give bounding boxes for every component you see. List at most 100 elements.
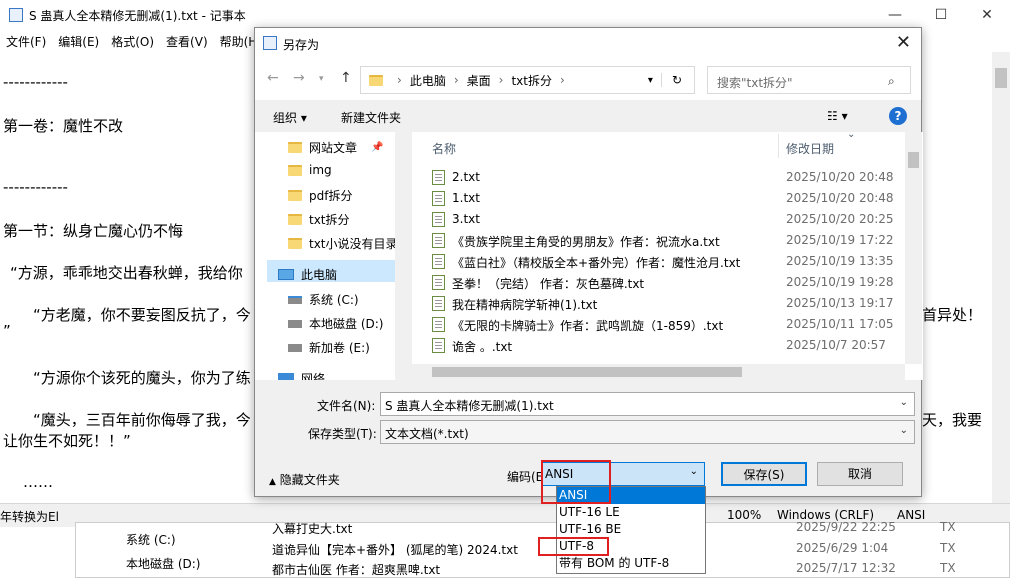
- address-bar[interactable]: › 此电脑 › 桌面 › txt拆分 › ▾ ↻: [360, 66, 695, 94]
- bg-file-name[interactable]: 都市古仙医 作者：超爽黑啤.txt: [272, 561, 440, 578]
- menu-file[interactable]: 文件(F): [0, 33, 52, 50]
- file-row[interactable]: 我在精神病院学斩神(1).txt 2025/10/13 19:17: [432, 293, 894, 314]
- tree-item[interactable]: 系统 (C:): [288, 291, 359, 308]
- back-arrow-icon[interactable]: ←: [267, 70, 279, 86]
- close-button[interactable]: ✕: [964, 0, 1010, 30]
- file-row[interactable]: 诡舍 。.txt 2025/10/7 20:57: [432, 335, 892, 356]
- encoding-option[interactable]: UTF-16 LE: [557, 504, 705, 521]
- tree-label: pdf拆分: [309, 189, 353, 203]
- new-folder-button[interactable]: 新建文件夹: [341, 109, 401, 126]
- minimize-button[interactable]: —: [872, 0, 918, 30]
- bg-file-date: 2025/7/17 12:32: [796, 561, 896, 575]
- file-list-vscrollbar[interactable]: [905, 132, 922, 364]
- file-row[interactable]: 《贵族学院里主角受的男朋友》作者：祝流水a.txt 2025/10/19 17:2…: [432, 230, 894, 251]
- tree-item[interactable]: pdf拆分: [288, 187, 352, 204]
- bg-file-date: 2025/9/22 22:25: [796, 520, 896, 534]
- maximize-button[interactable]: ☐: [918, 0, 964, 30]
- file-list: 名称 修改日期 ⌄ 2.txt 2025/10/20 20:48 1.txt 202…: [412, 132, 923, 380]
- tree-label: 此电脑: [301, 268, 338, 282]
- bg-tree-item[interactable]: 本地磁盘 (D:): [126, 555, 200, 572]
- tree-scrollbar[interactable]: [395, 132, 410, 380]
- folder-icon: [369, 74, 383, 86]
- up-arrow-icon[interactable]: ↑: [340, 70, 352, 86]
- tree-item[interactable]: 新加卷 (E:): [288, 339, 370, 356]
- hide-folders-toggle[interactable]: ▲ 隐藏文件夹: [269, 471, 340, 488]
- column-name[interactable]: 名称: [432, 140, 456, 157]
- breadcrumb-item[interactable]: txt拆分: [511, 72, 552, 89]
- tree-item[interactable]: 网络: [278, 370, 325, 380]
- tree-label: 新加卷 (E:): [309, 341, 370, 355]
- bg-file-type: TX: [940, 520, 956, 534]
- folder-icon: [288, 164, 302, 176]
- file-row[interactable]: 圣拳！（完结） 作者：灰色墓碑.txt 2025/10/19 19:28: [432, 272, 894, 293]
- file-name: 《贵族学院里主角受的男朋友》作者：祝流水a.txt: [452, 235, 720, 249]
- tree-label: txt小说没有目录: [309, 237, 398, 251]
- tree-item[interactable]: img: [288, 163, 332, 177]
- drive-icon: [288, 343, 302, 352]
- view-options-icon[interactable]: ☷ ▾: [827, 109, 848, 123]
- file-date: 2025/10/19 17:22: [786, 233, 894, 247]
- txt-file-icon: [432, 296, 445, 311]
- notepad-scrollbar[interactable]: [992, 52, 1010, 522]
- tree-item[interactable]: txt拆分: [288, 211, 350, 228]
- text-line: 首异处！: [922, 306, 983, 324]
- breadcrumb-item[interactable]: 桌面: [467, 72, 491, 89]
- pin-icon: 📌: [371, 142, 384, 153]
- file-row[interactable]: 《无限的卡牌骑士》作者：武鸣凯旋（1-859）.txt 2025/10/11 17…: [432, 314, 894, 335]
- chevron-down-icon: ⌄: [689, 466, 698, 477]
- breadcrumb-item[interactable]: 此电脑: [410, 72, 446, 89]
- menu-edit[interactable]: 编辑(E): [52, 33, 105, 50]
- tree-item[interactable]: 网站文章 📌: [288, 139, 383, 156]
- forward-arrow-icon[interactable]: →: [293, 70, 305, 86]
- txt-file-icon: [432, 275, 445, 290]
- tree-item[interactable]: txt小说没有目录: [288, 235, 398, 252]
- text-line: 让你生不如死！！”: [3, 432, 131, 450]
- notepad-icon: [9, 8, 23, 22]
- file-name: 圣拳！（完结） 作者：灰色墓碑.txt: [452, 277, 645, 291]
- bg-file-name[interactable]: 道诡异仙【完本+番外】 (狐尾的笔) 2024.txt: [272, 541, 518, 558]
- column-date[interactable]: 修改日期: [786, 140, 834, 157]
- file-row[interactable]: 《蓝白社》（精校版全本+番外完）作者：魔性沧月.txt 2025/10/19 13…: [432, 251, 894, 272]
- organize-button[interactable]: 组织 ▾: [273, 109, 307, 126]
- refresh-icon[interactable]: ↻: [660, 73, 686, 87]
- filetype-select[interactable]: 文本文档(*.txt) ⌄: [380, 420, 915, 444]
- file-name: 1.txt: [452, 191, 480, 205]
- file-date: 2025/10/20 20:48: [786, 191, 894, 205]
- filename-input[interactable]: S 蛊真人全本精修无删减(1).txt ⌄: [380, 392, 915, 416]
- tree-label: 网络: [301, 372, 326, 380]
- search-box[interactable]: 搜索"txt拆分" ⌕: [707, 66, 911, 94]
- dialog-icon: [263, 36, 277, 50]
- tree-item[interactable]: 本地磁盘 (D:): [288, 315, 383, 332]
- file-row[interactable]: 2.txt 2025/10/20 20:48: [432, 167, 894, 188]
- highlight-box: [541, 460, 611, 504]
- encoding-option[interactable]: 带有 BOM 的 UTF-8: [557, 555, 705, 572]
- tree-label: img: [309, 163, 332, 177]
- chevron-down-icon[interactable]: ⌄: [900, 425, 908, 436]
- tree-label: txt拆分: [309, 213, 350, 227]
- help-icon[interactable]: ?: [889, 107, 907, 125]
- file-row[interactable]: 1.txt 2025/10/20 20:48: [432, 188, 894, 209]
- txt-file-icon: [432, 170, 445, 185]
- encoding-option[interactable]: UTF-16 BE: [557, 521, 705, 538]
- file-date: 2025/10/20 20:48: [786, 170, 894, 184]
- save-button[interactable]: 保存(S): [721, 462, 807, 486]
- address-dropdown-icon[interactable]: ▾: [648, 75, 653, 86]
- dialog-close-icon[interactable]: ✕: [896, 32, 911, 53]
- chevron-down-icon[interactable]: ⌄: [900, 397, 908, 408]
- folder-icon: [288, 190, 302, 201]
- cancel-button[interactable]: 取消: [817, 462, 903, 486]
- dropdown-icon[interactable]: ▾: [319, 74, 324, 84]
- tree-item-this-pc[interactable]: 此电脑: [278, 266, 337, 283]
- file-name: 2.txt: [452, 170, 480, 184]
- bg-tree-item[interactable]: 系统 (C:): [126, 531, 176, 548]
- file-date: 2025/10/11 17:05: [786, 317, 894, 331]
- status-encoding: ANSI: [897, 508, 926, 522]
- menu-format[interactable]: 格式(O): [105, 33, 160, 50]
- bg-file-name[interactable]: 入幕打史大.txt: [272, 520, 352, 537]
- file-list-hscrollbar[interactable]: [412, 364, 905, 380]
- filetype-label: 保存类型(T):: [308, 427, 377, 441]
- filename-value: S 蛊真人全本精修无删减(1).txt: [385, 399, 554, 413]
- bg-file-date: 2025/6/29 1:04: [796, 541, 889, 555]
- file-row[interactable]: 3.txt 2025/10/20 20:25: [432, 209, 894, 230]
- menu-view[interactable]: 查看(V): [160, 33, 214, 50]
